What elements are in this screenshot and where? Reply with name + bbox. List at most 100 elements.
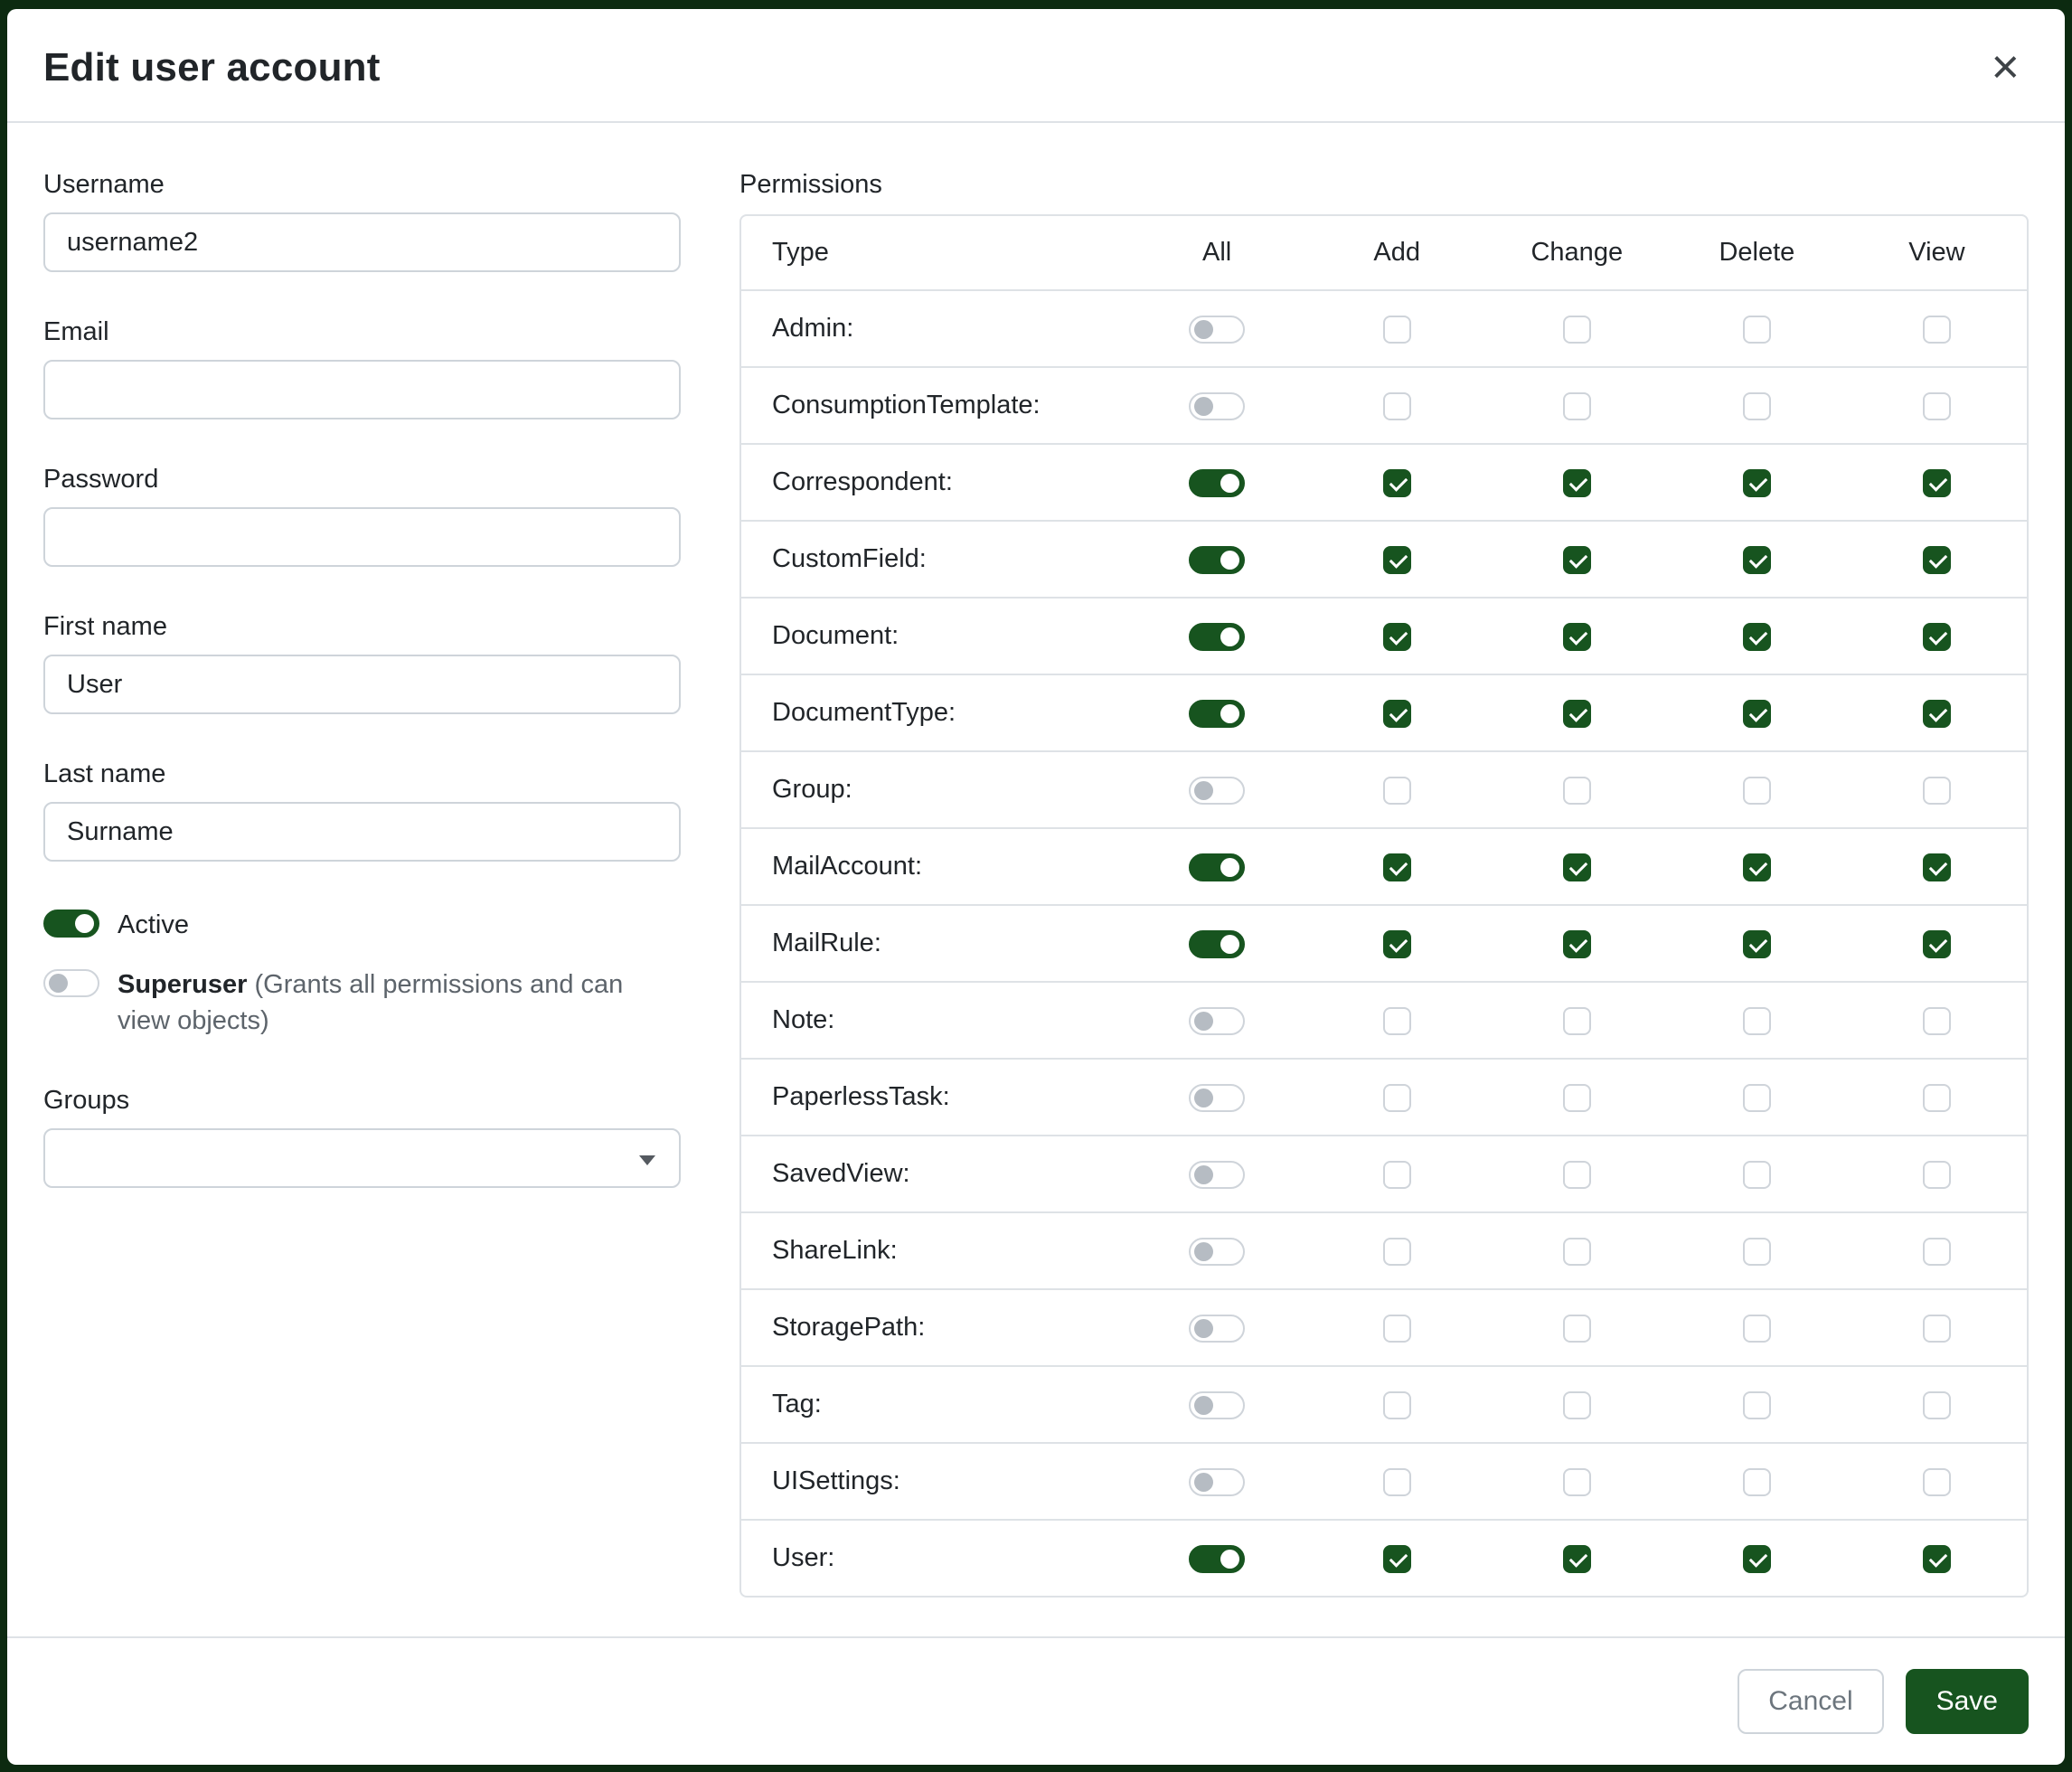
permission-change-checkbox[interactable] bbox=[1563, 1084, 1591, 1112]
permission-add-checkbox[interactable] bbox=[1383, 930, 1411, 958]
permission-delete-checkbox[interactable] bbox=[1743, 1238, 1771, 1266]
permission-change-checkbox[interactable] bbox=[1563, 700, 1591, 728]
permission-change-checkbox[interactable] bbox=[1563, 1238, 1591, 1266]
permission-delete-checkbox[interactable] bbox=[1743, 1315, 1771, 1343]
permission-all-toggle[interactable] bbox=[1189, 1007, 1245, 1035]
permission-add-checkbox[interactable] bbox=[1383, 1468, 1411, 1496]
permission-add-checkbox[interactable] bbox=[1383, 1315, 1411, 1343]
permission-delete-checkbox[interactable] bbox=[1743, 777, 1771, 805]
permission-delete-checkbox[interactable] bbox=[1743, 1545, 1771, 1573]
permission-view-checkbox[interactable] bbox=[1923, 853, 1951, 881]
permission-add-checkbox[interactable] bbox=[1383, 1391, 1411, 1419]
permission-delete-checkbox[interactable] bbox=[1743, 316, 1771, 344]
permission-change-checkbox[interactable] bbox=[1563, 1161, 1591, 1189]
permission-delete-checkbox[interactable] bbox=[1743, 1391, 1771, 1419]
permission-delete-checkbox[interactable] bbox=[1743, 1161, 1771, 1189]
close-icon[interactable]: × bbox=[1985, 45, 2025, 89]
permission-change-checkbox[interactable] bbox=[1563, 1545, 1591, 1573]
permission-all-toggle[interactable] bbox=[1189, 1084, 1245, 1112]
permission-view-checkbox[interactable] bbox=[1923, 700, 1951, 728]
permission-row: Note: bbox=[741, 981, 2027, 1058]
permission-add-checkbox[interactable] bbox=[1383, 1161, 1411, 1189]
permission-add-checkbox[interactable] bbox=[1383, 623, 1411, 651]
permission-all-toggle[interactable] bbox=[1189, 392, 1245, 420]
last-name-field[interactable] bbox=[43, 802, 681, 862]
permission-change-checkbox[interactable] bbox=[1563, 777, 1591, 805]
username-input[interactable] bbox=[43, 212, 681, 272]
permission-view-checkbox[interactable] bbox=[1923, 1238, 1951, 1266]
permission-all-toggle[interactable] bbox=[1189, 930, 1245, 958]
permission-change-checkbox[interactable] bbox=[1563, 469, 1591, 497]
permission-add-checkbox[interactable] bbox=[1383, 853, 1411, 881]
permission-add-checkbox[interactable] bbox=[1383, 700, 1411, 728]
permission-view-checkbox[interactable] bbox=[1923, 1315, 1951, 1343]
permission-view-checkbox[interactable] bbox=[1923, 930, 1951, 958]
permission-delete-checkbox[interactable] bbox=[1743, 930, 1771, 958]
permission-change-checkbox[interactable] bbox=[1563, 1468, 1591, 1496]
email-field[interactable] bbox=[43, 360, 681, 419]
permission-view-checkbox[interactable] bbox=[1923, 1391, 1951, 1419]
permission-change-checkbox[interactable] bbox=[1563, 316, 1591, 344]
permission-all-toggle[interactable] bbox=[1189, 1468, 1245, 1496]
permission-all-toggle[interactable] bbox=[1189, 1391, 1245, 1419]
permission-all-toggle[interactable] bbox=[1189, 1315, 1245, 1343]
permission-delete-checkbox[interactable] bbox=[1743, 1084, 1771, 1112]
permission-view-checkbox[interactable] bbox=[1923, 1161, 1951, 1189]
permission-add-checkbox[interactable] bbox=[1383, 1084, 1411, 1112]
permission-type-label: ShareLink: bbox=[741, 1211, 1127, 1288]
permission-all-toggle[interactable] bbox=[1189, 623, 1245, 651]
permission-delete-checkbox[interactable] bbox=[1743, 469, 1771, 497]
permission-delete-checkbox[interactable] bbox=[1743, 853, 1771, 881]
password-label: Password bbox=[43, 465, 694, 495]
permission-all-toggle[interactable] bbox=[1189, 700, 1245, 728]
permission-change-checkbox[interactable] bbox=[1563, 1391, 1591, 1419]
permission-change-checkbox[interactable] bbox=[1563, 546, 1591, 574]
permission-add-checkbox[interactable] bbox=[1383, 469, 1411, 497]
permission-view-checkbox[interactable] bbox=[1923, 546, 1951, 574]
permission-view-checkbox[interactable] bbox=[1923, 316, 1951, 344]
permission-all-toggle[interactable] bbox=[1189, 1545, 1245, 1573]
permission-change-checkbox[interactable] bbox=[1563, 623, 1591, 651]
permission-view-checkbox[interactable] bbox=[1923, 1007, 1951, 1035]
cancel-button[interactable]: Cancel bbox=[1738, 1669, 1883, 1734]
first-name-field[interactable] bbox=[43, 655, 681, 714]
permission-view-checkbox[interactable] bbox=[1923, 1468, 1951, 1496]
save-button[interactable]: Save bbox=[1906, 1669, 2029, 1734]
permission-delete-checkbox[interactable] bbox=[1743, 546, 1771, 574]
password-field[interactable] bbox=[43, 507, 681, 567]
permission-change-checkbox[interactable] bbox=[1563, 1315, 1591, 1343]
permission-view-checkbox[interactable] bbox=[1923, 392, 1951, 420]
permission-all-toggle[interactable] bbox=[1189, 469, 1245, 497]
permission-all-toggle[interactable] bbox=[1189, 546, 1245, 574]
permission-view-checkbox[interactable] bbox=[1923, 623, 1951, 651]
permission-change-checkbox[interactable] bbox=[1563, 392, 1591, 420]
permission-delete-checkbox[interactable] bbox=[1743, 700, 1771, 728]
permission-all-toggle[interactable] bbox=[1189, 777, 1245, 805]
superuser-toggle[interactable] bbox=[43, 969, 99, 997]
permission-delete-checkbox[interactable] bbox=[1743, 623, 1771, 651]
groups-select[interactable] bbox=[43, 1128, 681, 1188]
permission-all-toggle[interactable] bbox=[1189, 853, 1245, 881]
permission-all-toggle[interactable] bbox=[1189, 1238, 1245, 1266]
permission-delete-checkbox[interactable] bbox=[1743, 1468, 1771, 1496]
permission-all-toggle[interactable] bbox=[1189, 316, 1245, 344]
permission-add-checkbox[interactable] bbox=[1383, 1545, 1411, 1573]
permission-all-toggle[interactable] bbox=[1189, 1161, 1245, 1189]
active-toggle[interactable] bbox=[43, 910, 99, 938]
permission-change-checkbox[interactable] bbox=[1563, 853, 1591, 881]
permission-add-checkbox[interactable] bbox=[1383, 392, 1411, 420]
permission-add-checkbox[interactable] bbox=[1383, 316, 1411, 344]
permission-change-checkbox[interactable] bbox=[1563, 1007, 1591, 1035]
permission-add-checkbox[interactable] bbox=[1383, 1007, 1411, 1035]
permission-view-checkbox[interactable] bbox=[1923, 777, 1951, 805]
permission-add-checkbox[interactable] bbox=[1383, 546, 1411, 574]
permission-add-checkbox[interactable] bbox=[1383, 1238, 1411, 1266]
permission-view-checkbox[interactable] bbox=[1923, 1545, 1951, 1573]
permission-change-checkbox[interactable] bbox=[1563, 930, 1591, 958]
permission-delete-checkbox[interactable] bbox=[1743, 1007, 1771, 1035]
permission-view-checkbox[interactable] bbox=[1923, 469, 1951, 497]
permission-view-checkbox[interactable] bbox=[1923, 1084, 1951, 1112]
permission-delete-checkbox[interactable] bbox=[1743, 392, 1771, 420]
permission-add-checkbox[interactable] bbox=[1383, 777, 1411, 805]
permission-row: SavedView: bbox=[741, 1135, 2027, 1211]
